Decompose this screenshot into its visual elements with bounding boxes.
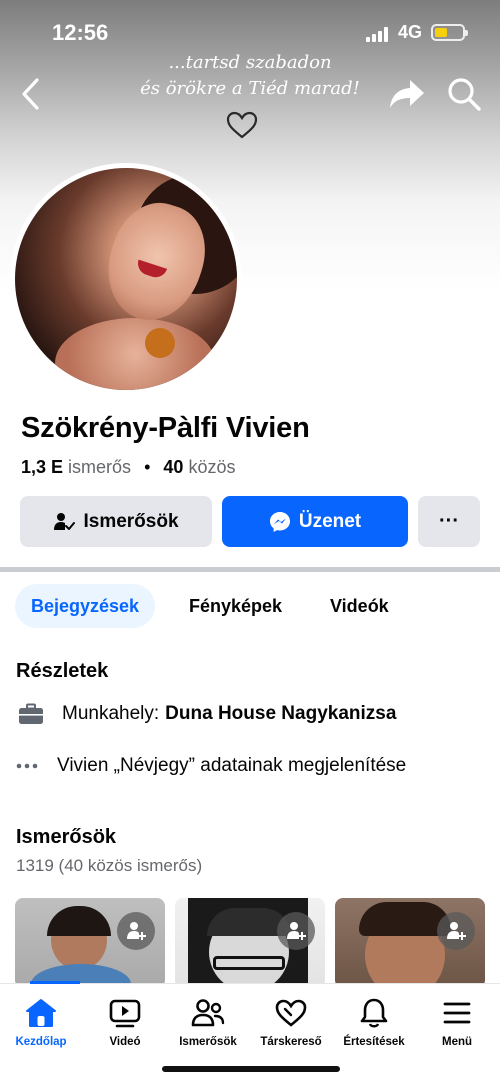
nav-notifications[interactable]: Értesítések [331, 996, 417, 1048]
about-link-label: Vivien „Névjegy” adatainak megjelenítése [57, 755, 407, 776]
friend-card[interactable] [335, 898, 485, 988]
nav-video[interactable]: Videó [82, 996, 168, 1048]
friends-button[interactable]: Ismerősök [20, 496, 212, 547]
section-divider [0, 567, 500, 572]
more-icon: ··· [439, 510, 459, 532]
work-prefix: Munkahely: [62, 703, 160, 724]
details-title: Részletek [16, 660, 109, 682]
friends-title: Ismerősök [16, 826, 117, 848]
nav-video-label: Videó [109, 1036, 141, 1048]
dots-icon [16, 754, 46, 778]
nav-notifications-label: Értesítések [343, 1036, 405, 1048]
dating-heart-icon [248, 996, 334, 1030]
briefcase-icon [16, 702, 46, 726]
profile-name: Szökrény-Pàlfi Vivien [21, 412, 310, 444]
nav-friends-label: Ismerősök [179, 1036, 237, 1048]
friend-check-icon [54, 512, 76, 530]
add-friend-icon [127, 922, 146, 940]
nav-home[interactable]: Kezdőlap [0, 996, 84, 1048]
tab-posts[interactable]: Bejegyzések [15, 584, 156, 628]
work-place: Duna House Nagykanizsa [165, 703, 397, 724]
active-tab-indicator [30, 981, 80, 984]
nav-friends[interactable]: Ismerősök [165, 996, 251, 1048]
friend-card[interactable] [175, 898, 325, 988]
mutual-count: 40 [163, 457, 184, 477]
message-button[interactable]: Üzenet [222, 496, 408, 547]
home-icon [0, 996, 84, 1030]
work-detail[interactable]: Munkahely: Duna House Nagykanizsa [16, 702, 396, 726]
tab-videos[interactable]: Videók [330, 584, 389, 628]
profile-picture[interactable] [10, 163, 242, 395]
home-indicator [162, 1066, 340, 1072]
message-button-label: Üzenet [298, 510, 362, 532]
more-options-button[interactable]: ··· [418, 496, 480, 547]
mutual-count-label: közös [188, 457, 236, 477]
friends-subtitle: 1319 (40 közös ismerős) [16, 856, 203, 875]
friend-counts[interactable]: 1,3 E ismerős • 40 közös [21, 457, 235, 478]
about-link[interactable]: Vivien „Névjegy” adatainak megjelenítése [16, 754, 406, 778]
network-type: 4G [398, 22, 423, 42]
status-time: 12:56 [52, 20, 109, 45]
add-friend-icon [447, 922, 466, 940]
video-icon [82, 996, 168, 1030]
nav-menu[interactable]: Menü [414, 996, 500, 1048]
add-friend-icon [287, 922, 306, 940]
back-icon[interactable] [16, 76, 46, 112]
messenger-icon [269, 511, 290, 532]
add-friend-button[interactable] [117, 912, 155, 950]
signal-icon [366, 26, 392, 42]
menu-icon [414, 996, 500, 1030]
cover-caption-line2: és örökre a Tiéd marad! [140, 78, 360, 99]
friends-count-label: ismerős [68, 457, 132, 477]
search-icon[interactable] [446, 76, 482, 112]
nav-dating[interactable]: Társkereső [248, 996, 334, 1048]
cover-caption: ...tartsd szabadon és örökre a Tiéd mara… [130, 50, 370, 102]
add-friend-button[interactable] [437, 912, 475, 950]
nav-menu-label: Menü [441, 1036, 473, 1048]
nav-dating-label: Társkereső [260, 1036, 322, 1048]
share-icon[interactable] [388, 78, 426, 110]
friends-count: 1,3 E [21, 457, 64, 477]
friends-icon [165, 996, 251, 1030]
bell-icon [331, 996, 417, 1030]
add-friend-button[interactable] [277, 912, 315, 950]
battery-icon [431, 24, 468, 41]
tab-photos[interactable]: Fényképek [189, 584, 282, 628]
friends-button-label: Ismerősök [83, 510, 179, 532]
cover-caption-line1: ...tartsd szabadon [168, 52, 332, 73]
profile-tabs: Bejegyzések Fényképek Videók [0, 584, 500, 630]
nav-home-label: Kezdőlap [15, 1036, 67, 1048]
friend-card[interactable] [15, 898, 165, 988]
heart-icon [226, 111, 258, 139]
